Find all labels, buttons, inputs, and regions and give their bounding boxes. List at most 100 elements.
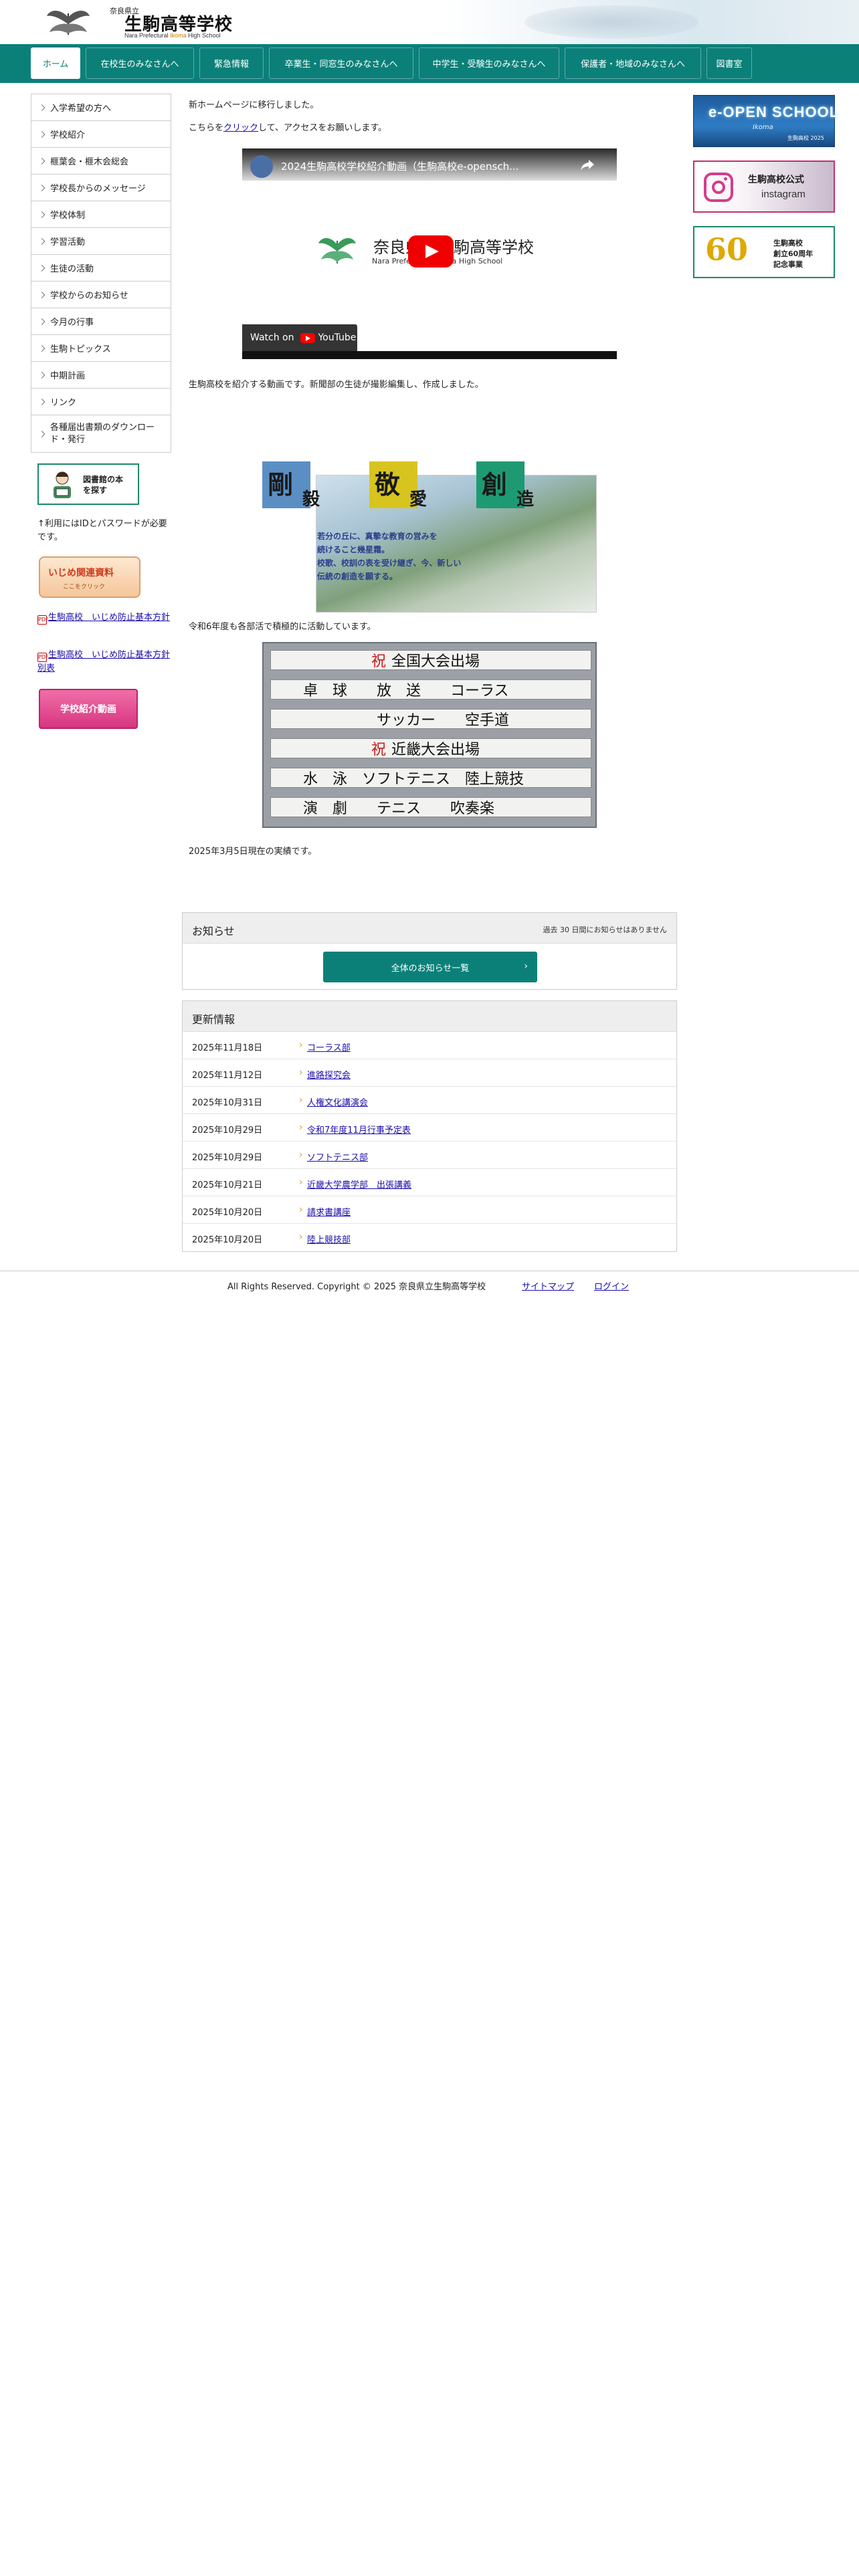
anniversary-number: 60 [705, 231, 749, 267]
footer-login-link[interactable]: ログイン [594, 1279, 629, 1292]
youtube-embed[interactable]: 奈良県立生駒高等学校 Nara Prefectural Ikoma High S… [242, 148, 617, 359]
update-link[interactable]: 進路探究会 [299, 1067, 351, 1081]
e-open-school-date: 生駒高校 2025 [787, 135, 824, 141]
sidebar-item-admission[interactable]: 入学希望の方へ [31, 94, 171, 121]
sidebar-item-learning[interactable]: 学習活動 [31, 228, 171, 255]
notice-title: お知らせ [192, 925, 235, 938]
school-video-button[interactable]: 学校紹介動画 [39, 689, 138, 729]
activity-text: 令和6年度も各部活で積極的に活動しています。 [189, 622, 376, 632]
sidebar-item-mid-term-plan[interactable]: 中期計画 [31, 362, 171, 389]
ijime-materials-sub: ここをクリック [63, 584, 106, 591]
sidebar-item-forms-download[interactable]: 各種届出書類のダウンロード・発行 [31, 415, 171, 453]
sidebar-item-links[interactable]: リンク [31, 389, 171, 415]
sidebar-item-principal-message[interactable]: 学校長からのメッセージ [31, 175, 171, 201]
pdf-link-bullying-policy-text[interactable]: 生駒高校 いじめ防止基本方針 [48, 613, 170, 623]
update-link[interactable]: コーラス部 [299, 1040, 351, 1053]
update-date: 2025年10月20日 [192, 1235, 263, 1245]
new-site-link[interactable]: クリック [223, 123, 258, 133]
update-row: 2025年10月31日 人権文化講演会 [183, 1087, 676, 1114]
instagram-icon [704, 173, 733, 202]
nav-current-students[interactable]: 在校生のみなさんへ [86, 47, 194, 79]
video-school-emblem-icon [318, 238, 356, 263]
anniversary-text: 生駒高校 創立60周年 記念事業 [773, 239, 814, 269]
motto-kanji-1: 剛 [268, 469, 294, 500]
update-row: 2025年10月20日 請求書講座 [183, 1196, 676, 1224]
notice-header: お知らせ 過去 30 日間にお知らせはありません [183, 913, 676, 944]
update-date: 2025年10月20日 [192, 1208, 263, 1218]
play-button[interactable] [408, 235, 454, 267]
nav-parents-community[interactable]: 保護者・地域のみなさんへ [565, 47, 701, 79]
video-caption: 生駒高校を紹介する動画です。新聞部の生徒が撮影編集し、作成しました。 [189, 380, 484, 390]
e-open-school-banner[interactable]: e-OPEN SCHOOL Ikoma 生駒高校 2025 [693, 95, 838, 147]
pdf-icon: PDF [37, 615, 49, 625]
motto-text: 若分の丘に、真摯な教育の営みを 続けること幾星霜。 校歌、校訓の表を受け継ぎ、今… [317, 532, 462, 581]
motto-kanji-1b: 毅 [302, 490, 320, 510]
channel-avatar[interactable] [250, 155, 273, 178]
video-title[interactable]: 2024生駒高校学校紹介動画（生駒高校e-opensch... [281, 159, 518, 173]
library-search-button[interactable]: 図書館の本を探す [37, 463, 139, 505]
board-row-4: 祝近畿大会出場 [270, 738, 591, 758]
site-footer: All Rights Reserved. Copyright © 2025 奈良… [0, 1271, 859, 1297]
board-row-1: 祝全国大会出場 [270, 650, 591, 670]
school-motto-image: 剛 毅 敬 愛 創 造 若分の丘に、真摯な教育の営みを 続けること幾星霜。 校歌… [262, 415, 597, 613]
pdf-link-bullying-policy[interactable]: PDF生駒高校 いじめ防止基本方針 [37, 611, 171, 625]
sidebar-item-school-structure[interactable]: 学校体制 [31, 201, 171, 228]
watch-on-youtube-button[interactable]: Watch on YouTube [242, 324, 357, 351]
ijime-materials-button[interactable]: いじめ関連資料 ここをクリック [39, 556, 140, 598]
footer-copyright: All Rights Reserved. Copyright © 2025 奈良… [227, 1282, 486, 1292]
update-link[interactable]: ソフトテニス部 [299, 1150, 368, 1163]
school-emblem-icon [45, 4, 91, 39]
update-link[interactable]: 人権文化講演会 [299, 1095, 368, 1108]
update-link[interactable]: 近畿大学農学部 出張講義 [299, 1177, 411, 1190]
update-link[interactable]: 陸上競技部 [299, 1232, 351, 1245]
update-date: 2025年10月29日 [192, 1153, 263, 1163]
new-site-access-line: こちらをクリックして、アクセスをお願いします。 [189, 123, 387, 133]
update-link[interactable]: 請求書講座 [299, 1204, 351, 1218]
notice-empty-message: 過去 30 日間にお知らせはありません [543, 926, 667, 934]
updates-header: 更新情報 [183, 1001, 676, 1032]
nav-junior-high[interactable]: 中学生・受験生のみなさんへ [419, 47, 559, 79]
instagram-banner[interactable]: 生駒高校公式 instagram [693, 160, 835, 213]
pdf-icon: PDF [37, 653, 49, 662]
sidebar-item-student-activities[interactable]: 生徒の活動 [31, 255, 171, 282]
sidebar-item-monthly-events[interactable]: 今月の行事 [31, 308, 171, 335]
all-notices-label: 全体のお知らせ一覧 [391, 963, 470, 974]
motto-kanji-2: 敬 [375, 469, 401, 500]
site-header: 奈良県立 生駒高等学校 Nara Prefectural Ikoma High … [0, 0, 859, 44]
update-row: 2025年10月29日 ソフトテニス部 [183, 1142, 676, 1169]
sidebar-item-alumni-meeting[interactable]: 榧葉会・榧木会総会 [31, 148, 171, 175]
youtube-logo-icon [300, 332, 316, 343]
notice-panel: お知らせ 過去 30 日間にお知らせはありません 全体のお知らせ一覧 › [182, 912, 677, 990]
update-row: 2025年11月12日 進路探究会 [183, 1059, 676, 1087]
motto-kanji-2b: 愛 [409, 490, 427, 510]
pdf-link-bullying-policy-appendix-text[interactable]: 生駒高校 いじめ防止基本方針別表 [37, 650, 170, 673]
sidebar-item-school-news[interactable]: 学校からのお知らせ [31, 282, 171, 308]
site-logo[interactable]: 奈良県立 生駒高等学校 Nara Prefectural Ikoma High … [37, 1, 258, 41]
update-date: 2025年10月21日 [192, 1180, 263, 1190]
nav-emergency[interactable]: 緊急情報 [199, 47, 264, 79]
nav-graduates[interactable]: 卒業生・同窓生のみなさんへ [269, 47, 413, 79]
motto-kanji-3: 創 [482, 469, 508, 500]
update-date: 2025年10月29日 [192, 1125, 263, 1136]
nav-library[interactable]: 図書室 [706, 47, 752, 79]
nav-home[interactable]: ホーム [31, 47, 80, 79]
share-icon[interactable] [579, 156, 595, 173]
update-row: 2025年11月18日 コーラス部 [183, 1032, 676, 1059]
record-date-text: 2025年3月5日現在の実績です。 [189, 847, 317, 857]
pdf-link-bullying-policy-appendix[interactable]: PDF生駒高校 いじめ防止基本方針別表 [37, 649, 171, 675]
migration-notice: 新ホームページに移行しました。 [189, 100, 319, 110]
board-row-6: 演 劇 テニス 吹奏楽 [270, 797, 591, 817]
video-bottom-bar [242, 351, 617, 359]
main-nav: ホーム 在校生のみなさんへ 緊急情報 卒業生・同窓生のみなさんへ 中学生・受験生… [0, 44, 859, 83]
board-row-3: サッカー 空手道 [270, 709, 591, 729]
footer-sitemap-link[interactable]: サイトマップ [522, 1279, 574, 1292]
update-link[interactable]: 令和7年度11月行事予定表 [299, 1122, 411, 1136]
updates-panel: 更新情報 2025年11月18日 コーラス部 2025年11月12日 進路探究会… [182, 1000, 677, 1252]
sidebar-item-school-intro[interactable]: 学校紹介 [31, 121, 171, 148]
60th-anniversary-banner[interactable]: 60 生駒高校 創立60周年 記念事業 [693, 226, 835, 278]
header-background [444, 0, 859, 44]
e-open-school-sub: Ikoma [753, 124, 773, 131]
all-notices-button[interactable]: 全体のお知らせ一覧 › [323, 952, 537, 982]
video-school-name: 奈良県立生駒高等学校 [373, 238, 534, 257]
sidebar-item-topics[interactable]: 生駒トピックス [31, 335, 171, 362]
